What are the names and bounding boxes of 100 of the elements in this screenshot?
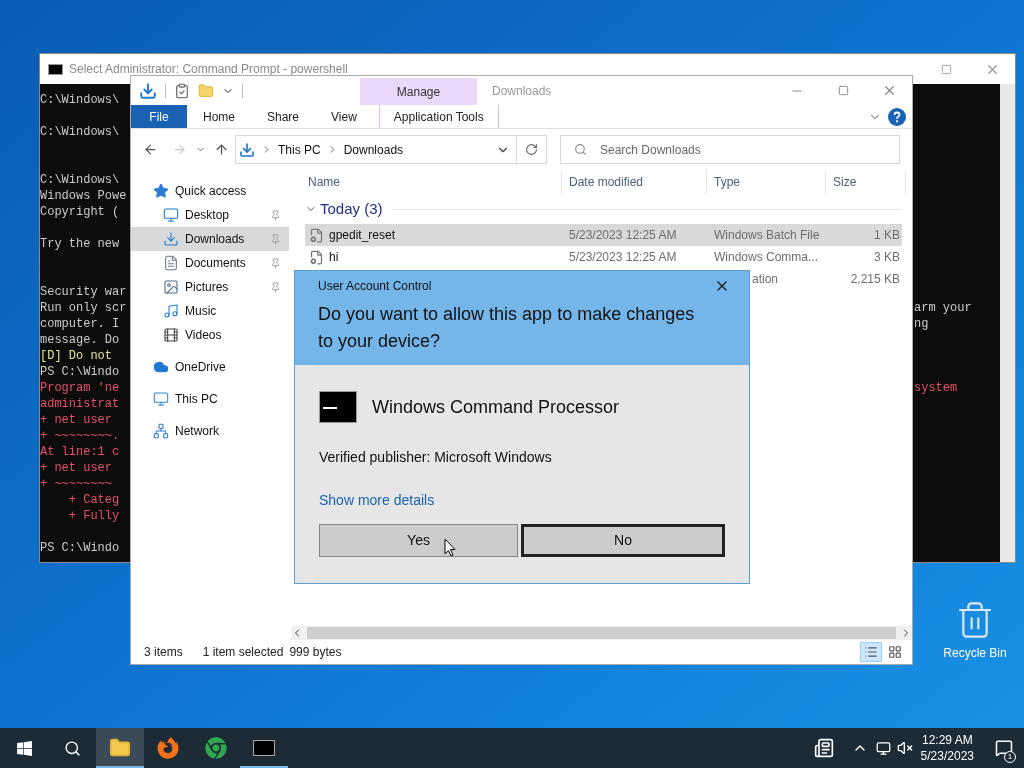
download-icon[interactable] [139, 81, 157, 100]
dialog-title: User Account Control [318, 278, 432, 295]
taskbar-app[interactable] [96, 728, 144, 768]
console-line: Program 'ne [40, 381, 120, 395]
console-line: + Categ [67, 493, 120, 507]
clock-date[interactable]: 5/23/2023 [920, 748, 974, 764]
clock-time[interactable]: 12:29 AM [921, 732, 973, 748]
browser-icon [205, 737, 227, 759]
film-icon [163, 327, 179, 343]
console-line: + ~~~~~~~~ [40, 477, 112, 491]
sidebar-item[interactable]: Desktop [131, 203, 289, 227]
grid-icon [888, 645, 902, 659]
file-date: 5/23/2023 12:25 AM [569, 228, 677, 242]
ribbon-tab[interactable]: Application Tools [378, 105, 499, 128]
file-name: gpedit_reset [329, 227, 396, 244]
console-line: + Fully [67, 509, 120, 523]
browser-icon [157, 737, 179, 759]
search-field[interactable]: Search Downloads [560, 135, 900, 164]
console-line: + ~~~~~~~~. [40, 429, 120, 443]
refresh-icon[interactable] [525, 143, 538, 156]
console-icon [253, 740, 275, 756]
muted-speaker-icon[interactable] [896, 740, 913, 756]
console-line: administrat [40, 397, 120, 411]
file-type: ation [752, 272, 779, 286]
details-icon [864, 645, 878, 659]
network-icon [153, 423, 169, 439]
file-size: 1 KB [874, 228, 900, 242]
windows-logo-icon[interactable] [15, 739, 33, 757]
sidebar-item[interactable]: Music [131, 299, 289, 323]
column-header[interactable]: Name [291, 170, 562, 194]
sidebar-item[interactable]: Network [131, 419, 289, 443]
sidebar-item[interactable]: Pictures [131, 275, 289, 299]
search-icon [574, 143, 587, 156]
console-line: computer. I [40, 317, 120, 331]
download-icon [239, 141, 255, 158]
picture-icon [163, 279, 179, 295]
music-note-icon [163, 303, 179, 319]
group-header[interactable]: Today (3) [320, 197, 383, 221]
console-line: system [914, 380, 958, 396]
file-name: hi [329, 249, 339, 266]
file-row[interactable]: gpedit_reset 5/23/2023 12:25 AM Windows Batch File 1 KB [305, 224, 902, 246]
file-size: 3 KB [874, 250, 900, 264]
notification-icon[interactable] [995, 739, 1013, 757]
app-name: Windows Command Processor [372, 395, 620, 419]
breadcrumb-item[interactable]: Downloads [343, 140, 404, 159]
network-icon[interactable] [875, 740, 891, 756]
console-line: message. Do [40, 333, 120, 347]
console-line: + net user [40, 461, 112, 475]
pointer-cursor-icon [444, 538, 456, 557]
column-header[interactable]: Type [707, 170, 826, 194]
details-view-button[interactable] [860, 642, 882, 662]
console-line: Copyright ( [40, 205, 120, 219]
news-icon[interactable] [813, 738, 834, 758]
file-icon [309, 249, 324, 265]
sidebar-item[interactable]: Quick access [131, 179, 289, 203]
desktop-icon-label[interactable]: Recycle Bin [943, 644, 1007, 662]
document-icon [163, 255, 179, 271]
console-line: Security war [40, 285, 127, 299]
sidebar-item[interactable]: Videos [131, 323, 289, 347]
sidebar-item[interactable]: This PC [131, 387, 289, 411]
console-line: Windows Powe [40, 189, 127, 203]
console-line: At line:1 c [40, 445, 120, 459]
console-icon [48, 63, 63, 75]
cloud-icon [153, 359, 169, 375]
pin-icon [270, 281, 281, 293]
ribbon-tab[interactable]: View [315, 105, 373, 128]
details-link[interactable]: Show more details [319, 490, 435, 511]
file-row[interactable]: hi 5/23/2023 12:25 AM Windows Comma... 3 KB [305, 246, 902, 268]
checklist-icon[interactable] [174, 82, 190, 99]
pin-icon [270, 257, 281, 269]
console-line: C:\Windows\ [40, 173, 120, 187]
column-header[interactable]: Date modified [562, 170, 707, 194]
maximize-icon[interactable] [837, 85, 849, 96]
horizontal-scrollbar[interactable] [291, 626, 912, 640]
search-icon[interactable] [63, 739, 81, 757]
console-line: [D] Do not [40, 349, 112, 363]
ribbon-tab[interactable]: Share [251, 105, 316, 128]
breadcrumb-item[interactable]: This PC [278, 140, 321, 159]
ribbon-tab[interactable]: File [131, 105, 187, 128]
computer-icon [153, 391, 169, 407]
address-bar[interactable]: This PC Downloads [235, 135, 547, 164]
item-count: 3 items [144, 644, 183, 661]
dialog-button[interactable]: No [521, 524, 725, 557]
column-header[interactable]: Size [826, 170, 906, 194]
sidebar-item[interactable]: Documents [131, 251, 289, 275]
desktop-icon [163, 207, 179, 223]
dialog-button[interactable]: Yes [319, 524, 518, 557]
scroll-thumb[interactable] [307, 627, 896, 639]
selection-size: 999 bytes [289, 644, 342, 661]
ribbon-tab[interactable]: Home [187, 105, 251, 128]
selection-status: 1 item selected [202, 644, 284, 661]
console-line: + net user [40, 413, 112, 427]
help-icon[interactable] [888, 107, 906, 126]
sidebar-item[interactable]: Downloads [131, 227, 289, 251]
console-line: Run only scr [40, 301, 127, 315]
sidebar-item[interactable]: OneDrive [131, 355, 289, 379]
scrollbar[interactable] [1000, 84, 1015, 562]
console-line: PS C:\Windo [40, 541, 120, 555]
folder-icon [109, 737, 131, 759]
console-line: C:\Windows\ [40, 93, 120, 107]
